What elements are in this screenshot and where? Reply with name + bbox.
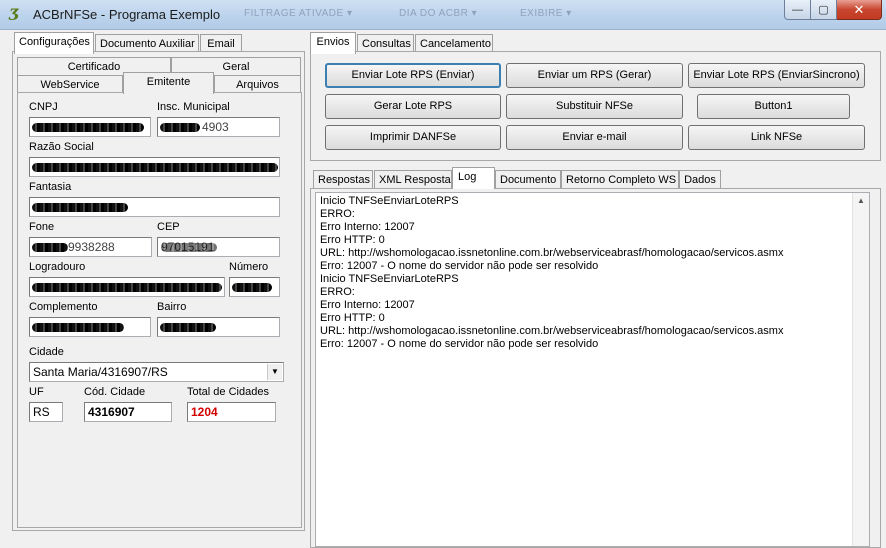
redacted-mark bbox=[32, 163, 278, 172]
log-scrollbar[interactable]: ▲ bbox=[852, 193, 869, 546]
cnpj-label: CNPJ bbox=[29, 101, 58, 113]
log-line: Erro: 12007 - O nome do servidor não pod… bbox=[320, 260, 599, 272]
tab-log[interactable]: Log bbox=[452, 167, 495, 189]
redacted-mark bbox=[161, 243, 217, 252]
log-line: ERRO: bbox=[320, 208, 355, 220]
link-nfse-button[interactable]: Link NFSe bbox=[688, 125, 865, 150]
logradouro-label: Logradouro bbox=[29, 261, 86, 273]
bairro-field[interactable] bbox=[157, 317, 280, 337]
tab-envios[interactable]: Envios bbox=[310, 32, 356, 54]
imprimir-danfse-button[interactable]: Imprimir DANFSe bbox=[325, 125, 501, 150]
tab-emitente[interactable]: Emitente bbox=[123, 72, 214, 94]
numero-field[interactable] bbox=[229, 277, 280, 297]
total-cidades-label: Total de Cidades bbox=[187, 386, 269, 398]
maximize-button[interactable]: ▢ bbox=[811, 0, 837, 20]
faded-title-text: DIA DO ACBR ▾ bbox=[399, 8, 478, 19]
log-text: Inicio TNFSeEnviarLoteRPS ERRO: Erro Int… bbox=[320, 195, 851, 351]
button1-button[interactable]: Button1 bbox=[697, 94, 850, 119]
insc-municipal-value: 4903 bbox=[202, 120, 229, 134]
insc-municipal-field[interactable]: 4903 bbox=[157, 117, 280, 137]
redacted-mark bbox=[32, 283, 222, 292]
log-line: ERRO: bbox=[320, 286, 355, 298]
log-memo[interactable]: Inicio TNFSeEnviarLoteRPS ERRO: Erro Int… bbox=[315, 192, 870, 547]
scroll-up-icon[interactable]: ▲ bbox=[853, 193, 869, 209]
cnpj-field[interactable] bbox=[29, 117, 151, 137]
log-line: Erro HTTP: 0 bbox=[320, 312, 385, 324]
complemento-label: Complemento bbox=[29, 301, 98, 313]
log-line: Erro: 12007 - O nome do servidor não pod… bbox=[320, 338, 599, 350]
faded-title-text: FILTRAGE ATIVADE ▾ bbox=[244, 8, 353, 19]
title-bar: Ʒ ACBrNFSe - Programa Exemplo FILTRAGE A… bbox=[0, 0, 886, 30]
redacted-mark bbox=[160, 323, 216, 332]
gerar-lote-rps-button[interactable]: Gerar Lote RPS bbox=[325, 94, 501, 119]
redacted-mark bbox=[160, 123, 200, 132]
redacted-mark bbox=[32, 243, 68, 252]
cidade-select[interactable]: Santa Maria/4316907/RS ▼ bbox=[29, 362, 284, 382]
cod-cidade-field[interactable]: 4316907 bbox=[84, 402, 172, 422]
tab-dados[interactable]: Dados bbox=[679, 170, 721, 190]
enviar-lote-rps-button[interactable]: Enviar Lote RPS (Enviar) bbox=[325, 63, 501, 88]
cidade-label: Cidade bbox=[29, 346, 64, 358]
faded-title-text: EXIBIRE ▾ bbox=[520, 8, 572, 19]
fantasia-label: Fantasia bbox=[29, 181, 72, 193]
enviar-email-button[interactable]: Enviar e-mail bbox=[506, 125, 683, 150]
close-button[interactable]: ✕ bbox=[837, 0, 882, 20]
tab-documento[interactable]: Documento bbox=[495, 170, 561, 190]
enviar-um-rps-button[interactable]: Enviar um RPS (Gerar) bbox=[506, 63, 683, 88]
redacted-mark bbox=[232, 283, 272, 292]
cidade-value: Santa Maria/4316907/RS bbox=[33, 365, 168, 379]
logradouro-field[interactable] bbox=[29, 277, 225, 297]
log-line: Erro Interno: 12007 bbox=[320, 221, 415, 233]
tab-respostas[interactable]: Respostas bbox=[313, 170, 373, 190]
razao-social-field[interactable] bbox=[29, 157, 280, 177]
cep-label: CEP bbox=[157, 221, 180, 233]
log-line: Inicio TNFSeEnviarLoteRPS bbox=[320, 273, 459, 285]
app-logo-icon: Ʒ bbox=[9, 5, 20, 24]
bairro-label: Bairro bbox=[157, 301, 187, 313]
tab-xml-resposta[interactable]: XML Resposta bbox=[374, 170, 452, 190]
redacted-mark bbox=[32, 123, 144, 132]
enviar-lote-sincrono-button[interactable]: Enviar Lote RPS (EnviarSincrono) bbox=[688, 63, 865, 88]
complemento-field[interactable] bbox=[29, 317, 151, 337]
log-line: URL: http://wshomologacao.issnetonline.c… bbox=[320, 247, 784, 259]
cod-cidade-label: Cód. Cidade bbox=[84, 386, 146, 398]
cep-field[interactable]: 97015191 bbox=[157, 237, 280, 257]
fone-label: Fone bbox=[29, 221, 55, 233]
minimize-button[interactable]: — bbox=[784, 0, 811, 20]
redacted-mark bbox=[32, 203, 128, 212]
chevron-down-icon[interactable]: ▼ bbox=[267, 364, 282, 380]
fone-value: 9938288 bbox=[68, 240, 115, 254]
razao-social-label: Razão Social bbox=[29, 141, 94, 153]
log-line: Erro HTTP: 0 bbox=[320, 234, 385, 246]
log-line: Erro Interno: 12007 bbox=[320, 299, 415, 311]
total-cidades-field: 1204 bbox=[187, 402, 276, 422]
tab-configuracoes[interactable]: Configurações bbox=[14, 32, 94, 54]
fantasia-field[interactable] bbox=[29, 197, 280, 217]
fone-field[interactable]: 9938288 bbox=[29, 237, 152, 257]
log-line: Inicio TNFSeEnviarLoteRPS bbox=[320, 195, 459, 207]
numero-label: Número bbox=[229, 261, 269, 273]
substituir-nfse-button[interactable]: Substituir NFSe bbox=[506, 94, 683, 119]
window-title: ACBrNFSe - Programa Exemplo bbox=[33, 7, 221, 22]
redacted-mark bbox=[32, 323, 124, 332]
insc-municipal-label: Insc. Municipal bbox=[157, 101, 230, 113]
uf-label: UF bbox=[29, 386, 44, 398]
uf-field[interactable]: RS bbox=[29, 402, 63, 422]
log-line: URL: http://wshomologacao.issnetonline.c… bbox=[320, 325, 784, 337]
window-controls: — ▢ ✕ bbox=[784, 0, 882, 20]
tab-retorno-completo-ws[interactable]: Retorno Completo WS bbox=[561, 170, 679, 190]
